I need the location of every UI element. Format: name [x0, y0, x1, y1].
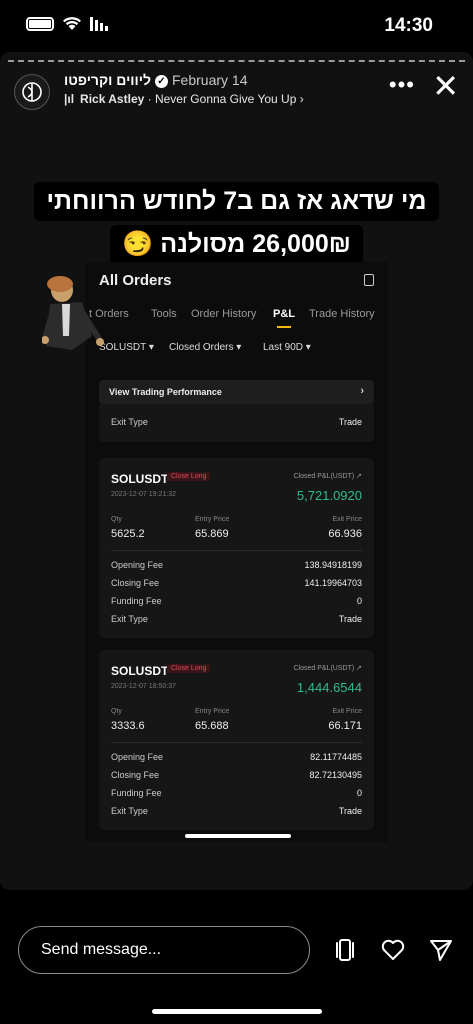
fee-row: Opening Fee 138.94918199 — [111, 560, 362, 570]
entry-price-label: Entry Price — [195, 516, 230, 523]
order-pair: SOLUSDT — [111, 664, 169, 678]
story-header: ליווים וקריפטו ✓ February 14 |ıl Rick Astl… — [14, 70, 459, 112]
music-bars-icon: |ıl — [64, 92, 75, 106]
chevron-right-icon: › — [360, 385, 364, 397]
embedded-screenshot: All Orders t Orders Tools Order History … — [85, 262, 388, 842]
divider — [111, 742, 362, 743]
caption-line-2: 26,000₪ מסולנה 😏 — [110, 225, 363, 264]
story-date: February 14 — [172, 72, 248, 88]
divider — [111, 550, 362, 551]
music-attribution[interactable]: |ıl Rick Astley · Never Gonna Give You Up… — [64, 92, 304, 106]
tab-tools: Tools — [151, 308, 177, 320]
fee-row: Closing Fee 141.19964703 — [111, 578, 362, 588]
dancing-man-sticker[interactable] — [42, 276, 106, 372]
view-trading-performance: View Trading Performance › — [99, 380, 374, 404]
qty-value: 3333.6 — [111, 720, 145, 732]
qty-label: Qty — [111, 708, 122, 715]
order-timestamp: 2023-12-07 19:21:32 — [111, 491, 176, 498]
username-text: ליווים וקריפטו — [64, 72, 151, 88]
pnl-label: Closed P&L(USDT) ↗ — [293, 473, 363, 480]
tab-order-history: Order History — [191, 308, 257, 320]
status-icons — [26, 16, 108, 32]
logo-icon — [22, 82, 42, 102]
story-frame: ליווים וקריפטו ✓ February 14 |ıl Rick Astl… — [0, 52, 473, 890]
document-icon — [364, 274, 374, 286]
caption-line-1: מי שדאג אז גם ב7 לחודש הרווחתי — [34, 182, 439, 221]
filter-period: Last 90D ▾ — [263, 342, 311, 353]
story-username[interactable]: ליווים וקריפטו ✓ — [64, 72, 168, 88]
story-progress-bar — [8, 60, 465, 62]
close-long-badge: Close Long — [167, 664, 211, 673]
order-card: SOLUSDT Close Long 2023-12-07 19:21:32 C… — [99, 458, 374, 638]
verified-icon: ✓ — [154, 75, 168, 88]
screenshot-title: All Orders — [99, 272, 172, 289]
battery-icon — [26, 17, 54, 31]
fee-row: Funding Fee 0 — [111, 788, 362, 798]
pnl-label: Closed P&L(USDT) ↗ — [293, 665, 363, 672]
wifi-icon — [62, 16, 82, 32]
order-card: SOLUSDT Close Long 2023-12-07 18:50:37 C… — [99, 650, 374, 830]
fee-row: Exit Type Trade — [111, 806, 362, 816]
fee-row: Closing Fee 82.72130495 — [111, 770, 362, 780]
avatar[interactable] — [14, 74, 50, 110]
send-message-input[interactable]: Send message... — [18, 926, 310, 974]
entry-price-value: 65.869 — [195, 528, 229, 540]
exit-price-value: 66.936 — [328, 528, 362, 540]
story-caption: מי שדאג אז גם ב7 לחודש הרווחתי 26,000₪ מ… — [0, 182, 473, 264]
entry-price-label: Entry Price — [195, 708, 230, 715]
fee-row: Opening Fee 82.11774485 — [111, 752, 362, 762]
exit-type-value: Trade — [338, 417, 362, 427]
pnl-value: 1,444.6544 — [296, 680, 362, 695]
close-icon[interactable]: ✕ — [432, 70, 459, 102]
filter-order-type: Closed Orders ▾ — [169, 342, 242, 353]
fee-row: Funding Fee 0 — [111, 596, 362, 606]
order-pair: SOLUSDT — [111, 472, 169, 486]
pnl-value: 5,721.0920 — [296, 488, 362, 503]
exit-type-label: Exit Type — [111, 417, 148, 427]
tab-pnl: P&L — [273, 308, 295, 328]
home-indicator — [152, 1009, 322, 1014]
exit-price-label: Exit Price — [332, 516, 362, 523]
qty-label: Qty — [111, 516, 122, 523]
order-timestamp: 2023-12-07 18:50:37 — [111, 683, 176, 690]
entry-price-value: 65.688 — [195, 720, 229, 732]
signal-icon — [90, 17, 108, 31]
music-artist: Rick Astley — [80, 92, 145, 106]
tab-trade-history: Trade History — [309, 308, 375, 320]
music-title: · Never Gonna Give You Up › — [144, 92, 304, 106]
send-icon[interactable] — [427, 936, 455, 964]
exit-price-value: 66.171 — [328, 720, 362, 732]
fee-row: Exit Type Trade — [111, 614, 362, 624]
screenshot-tabs: t Orders Tools Order History P&L Trade H… — [85, 304, 388, 330]
exit-price-label: Exit Price — [332, 708, 362, 715]
view-trading-performance-label: View Trading Performance — [109, 387, 222, 397]
close-long-badge: Close Long — [167, 472, 211, 481]
gallery-icon[interactable] — [331, 936, 359, 964]
filter-symbol: SOLUSDT ▾ — [99, 342, 154, 353]
previous-order-card: Exit Type Trade — [99, 404, 374, 442]
more-icon[interactable]: ••• — [389, 72, 415, 98]
clock: 14:30 — [384, 15, 433, 36]
qty-value: 5625.2 — [111, 528, 145, 540]
screenshot-home-indicator — [185, 834, 291, 838]
heart-icon[interactable] — [379, 936, 407, 964]
status-bar: 14:30 — [0, 0, 473, 52]
